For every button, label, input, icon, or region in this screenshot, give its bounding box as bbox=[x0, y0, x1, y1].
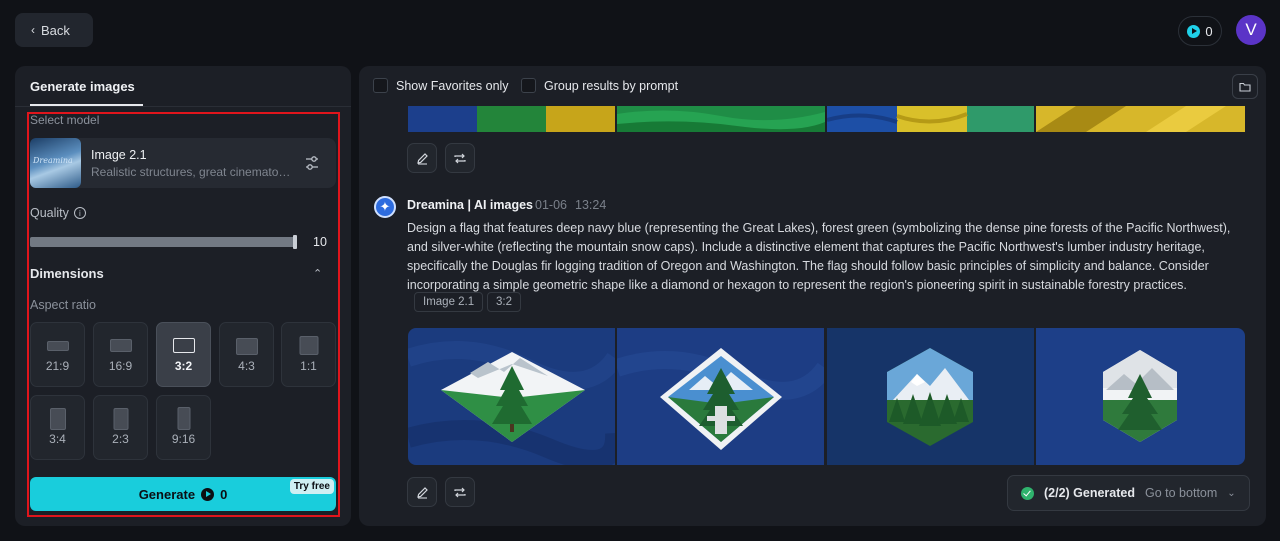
previous-image-4-art bbox=[1036, 106, 1245, 132]
edit-button[interactable] bbox=[407, 477, 437, 507]
ratio-tag: 3:2 bbox=[487, 292, 521, 312]
message-time: 13:24 bbox=[575, 198, 607, 212]
message-date: 01-06 bbox=[535, 198, 567, 212]
previous-image-3[interactable] bbox=[826, 106, 1034, 132]
credit-coin-icon bbox=[1187, 24, 1201, 38]
show-favorites-checkbox[interactable] bbox=[373, 78, 388, 93]
results-panel: Show Favorites only Group results by pro… bbox=[359, 66, 1266, 526]
repeat-icon bbox=[454, 487, 466, 497]
tab-generate-images[interactable]: Generate images bbox=[30, 79, 135, 94]
previous-image-2-art bbox=[617, 106, 825, 132]
panel-divider bbox=[15, 106, 351, 107]
check-circle-icon bbox=[1021, 486, 1034, 500]
pencil-icon bbox=[416, 486, 428, 499]
previous-image-1[interactable] bbox=[408, 106, 615, 132]
folder-icon bbox=[1239, 82, 1251, 92]
credits-pill[interactable]: 0 bbox=[1178, 16, 1222, 46]
previous-image-1-art bbox=[408, 106, 615, 132]
back-label: Back bbox=[41, 22, 70, 38]
generated-image-2[interactable] bbox=[617, 328, 824, 465]
previous-image-4[interactable] bbox=[1036, 106, 1245, 132]
generated-image-4-art bbox=[1036, 328, 1245, 465]
generated-image-2-art bbox=[617, 328, 824, 465]
chevron-down-icon: ⌄ bbox=[1227, 487, 1236, 499]
pencil-icon bbox=[416, 152, 428, 165]
show-favorites-label[interactable]: Show Favorites only bbox=[396, 79, 509, 93]
go-to-bottom-link[interactable]: Go to bottom bbox=[1145, 486, 1217, 500]
edit-button[interactable] bbox=[407, 143, 437, 173]
prompt-text: Design a flag that features deep navy bl… bbox=[407, 221, 1231, 292]
back-button[interactable]: ‹ Back bbox=[15, 13, 93, 47]
dreamina-logo-icon: ✦ bbox=[374, 196, 396, 218]
model-tag: Image 2.1 bbox=[414, 292, 484, 312]
generated-image-1[interactable] bbox=[408, 328, 615, 465]
message-author: Dreamina | AI images bbox=[407, 198, 534, 212]
group-results-label[interactable]: Group results by prompt bbox=[544, 79, 678, 93]
credits-count: 0 bbox=[1205, 23, 1213, 39]
generated-image-4[interactable] bbox=[1036, 328, 1245, 465]
generated-count: (2/2) Generated bbox=[1044, 486, 1136, 500]
generated-image-1-art bbox=[408, 328, 615, 465]
previous-image-2[interactable] bbox=[617, 106, 825, 132]
highlight-outline bbox=[27, 112, 340, 517]
previous-image-3-art bbox=[826, 106, 1034, 132]
group-results-checkbox[interactable] bbox=[521, 78, 536, 93]
avatar[interactable]: V bbox=[1236, 15, 1266, 45]
chevron-left-icon: ‹ bbox=[31, 23, 35, 37]
generated-image-3[interactable] bbox=[827, 328, 1034, 465]
generation-status[interactable]: (2/2) Generated Go to bottom ⌄ bbox=[1007, 475, 1250, 511]
regenerate-button[interactable] bbox=[445, 477, 475, 507]
folder-button[interactable] bbox=[1232, 74, 1258, 99]
regenerate-button[interactable] bbox=[445, 143, 475, 173]
repeat-icon bbox=[454, 153, 466, 163]
generated-image-3-art bbox=[827, 328, 1034, 465]
